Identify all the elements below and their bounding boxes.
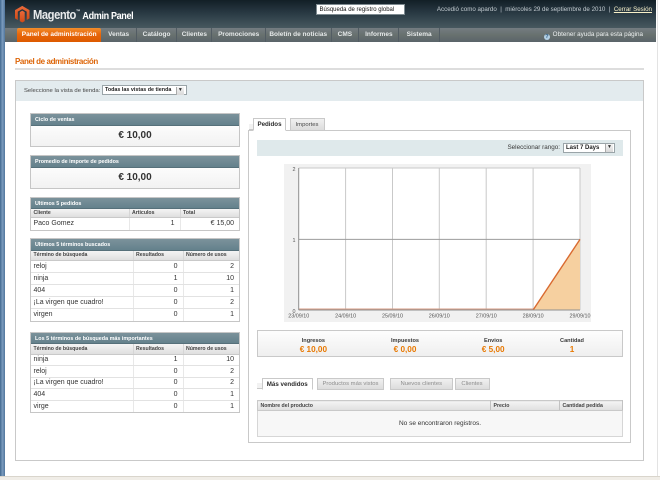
svg-text:2: 2	[293, 167, 296, 173]
svg-text:25/09/10: 25/09/10	[382, 314, 403, 320]
svg-text:24/09/10: 24/09/10	[335, 314, 356, 320]
svg-text:26/09/10: 26/09/10	[429, 314, 450, 320]
svg-text:29/09/10: 29/09/10	[570, 314, 591, 320]
svg-text:1: 1	[293, 238, 296, 244]
svg-text:27/09/10: 27/09/10	[476, 314, 497, 320]
svg-text:28/09/10: 28/09/10	[523, 314, 544, 320]
svg-text:23/09/10: 23/09/10	[288, 314, 309, 320]
